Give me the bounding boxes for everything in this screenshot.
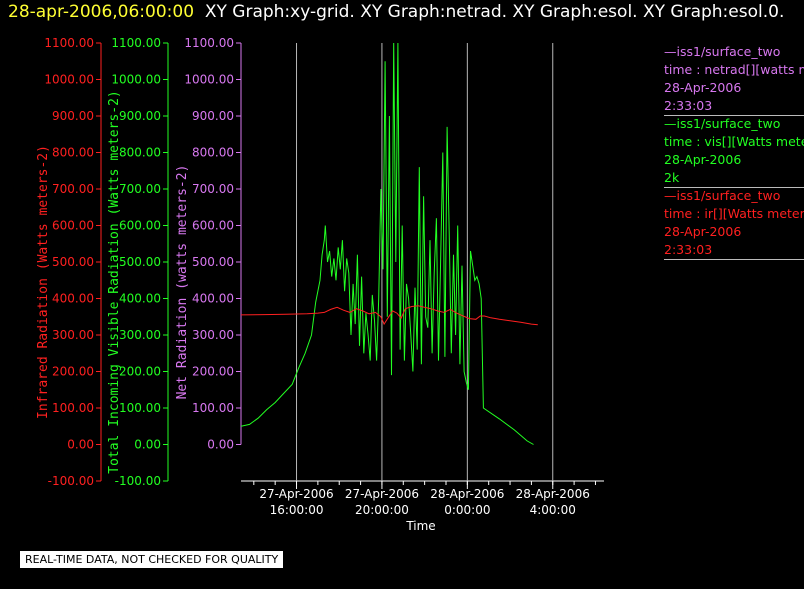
x-axis-label: Time (405, 519, 435, 533)
x-tick-label-date: 27-Apr-2006 (259, 487, 333, 501)
legend-vis-date: 28-Apr-2006 (664, 152, 742, 167)
netrad-y-tick-label: 100.00 (192, 401, 234, 415)
x-tick-label-date: 28-Apr-2006 (430, 487, 504, 501)
netrad-y-tick-label: 300.00 (192, 328, 234, 342)
legend-netrad-header: —iss1/surface_two (664, 44, 781, 59)
vis-y-tick-label: 300.00 (119, 328, 161, 342)
ir-y-tick-label: 300.00 (52, 328, 94, 342)
netrad-y-tick-label: 1000.00 (184, 73, 234, 87)
vis-y-tick-label: 1100.00 (111, 36, 161, 50)
ir-y-tick-label: 800.00 (52, 146, 94, 160)
ir-y-tick-label: 500.00 (52, 255, 94, 269)
ir-y-tick-label: 900.00 (52, 109, 94, 123)
legend-vis-extra: 2k (664, 170, 680, 185)
x-tick-label-time: 16:00:00 (270, 503, 324, 517)
ir-y-tick-label: 700.00 (52, 182, 94, 196)
ir-y-tick-label: 200.00 (52, 365, 94, 379)
legend-entry-vis: —iss1/surface_two time : vis[][Watts met… (664, 115, 804, 188)
vis-y-tick-label: 900.00 (119, 109, 161, 123)
x-tick-label-time: 20:00:00 (355, 503, 409, 517)
legend-ir-extra: 2:33:03 (664, 242, 713, 257)
netrad-y-tick-label: 400.00 (192, 292, 234, 306)
vis-y-tick-label: 1000.00 (111, 73, 161, 87)
legend-vis-header: —iss1/surface_two (664, 116, 781, 131)
series-line-ir (241, 305, 538, 326)
vis-y-tick-label: -100.00 (115, 474, 161, 488)
legend-entry-netrad: —iss1/surface_two time : netrad[][watts … (664, 43, 804, 116)
x-tick-label-time: 4:00:00 (530, 503, 576, 517)
legend-vis-desc: time : vis[][Watts meters-2] (664, 134, 804, 149)
netrad-axis-label: Net Radiation (watts meters-2) (175, 165, 190, 400)
vis-y-tick-label: 800.00 (119, 146, 161, 160)
ir-y-tick-label: 0.00 (67, 438, 94, 452)
netrad-y-tick-label: 600.00 (192, 219, 234, 233)
x-tick-label-date: 27-Apr-2006 (345, 487, 419, 501)
x-tick-label-date: 28-Apr-2006 (516, 487, 590, 501)
netrad-y-tick-label: 700.00 (192, 182, 234, 196)
legend-separator (664, 259, 804, 260)
netrad-y-tick-label: 0.00 (207, 438, 234, 452)
vis-y-tick-label: 500.00 (119, 255, 161, 269)
ir-y-tick-label: 1000.00 (44, 73, 94, 87)
vis-y-tick-label: 700.00 (119, 182, 161, 196)
quality-disclaimer: REAL-TIME DATA, NOT CHECKED FOR QUALITY (20, 551, 284, 568)
vis-axis-label: Total Incoming Visible Radiation (Watts … (107, 90, 122, 474)
legend-netrad-date: 28-Apr-2006 (664, 80, 742, 95)
x-tick-label-time: 0:00:00 (444, 503, 490, 517)
netrad-y-tick-label: 1100.00 (184, 36, 234, 50)
legend-netrad-extra: 2:33:03 (664, 98, 713, 113)
ir-y-tick-label: 1100.00 (44, 36, 94, 50)
netrad-y-tick-label: 500.00 (192, 255, 234, 269)
legend-netrad-desc: time : netrad[][watts meters-2] (664, 62, 804, 77)
vis-y-tick-label: 200.00 (119, 365, 161, 379)
vis-y-tick-label: 400.00 (119, 292, 161, 306)
legend-ir-desc: time : ir[][Watts meters-2] (664, 206, 804, 221)
netrad-y-tick-label: 900.00 (192, 109, 234, 123)
ir-y-tick-label: 100.00 (52, 401, 94, 415)
netrad-y-tick-label: 800.00 (192, 146, 234, 160)
series-line-vis (241, 43, 534, 445)
vis-y-tick-label: 100.00 (119, 401, 161, 415)
ir-axis-label: Infrared Radiation (Watts meters-2) (36, 145, 51, 419)
legend-ir-header: —iss1/surface_two (664, 188, 781, 203)
ir-y-tick-label: -100.00 (48, 474, 94, 488)
ir-y-tick-label: 400.00 (52, 292, 94, 306)
vis-y-tick-label: 0.00 (134, 438, 161, 452)
legend-ir-date: 28-Apr-2006 (664, 224, 742, 239)
legend-entry-ir: —iss1/surface_two time : ir[][Watts mete… (664, 187, 804, 260)
netrad-y-tick-label: 200.00 (192, 365, 234, 379)
vis-y-tick-label: 600.00 (119, 219, 161, 233)
ir-y-tick-label: 600.00 (52, 219, 94, 233)
